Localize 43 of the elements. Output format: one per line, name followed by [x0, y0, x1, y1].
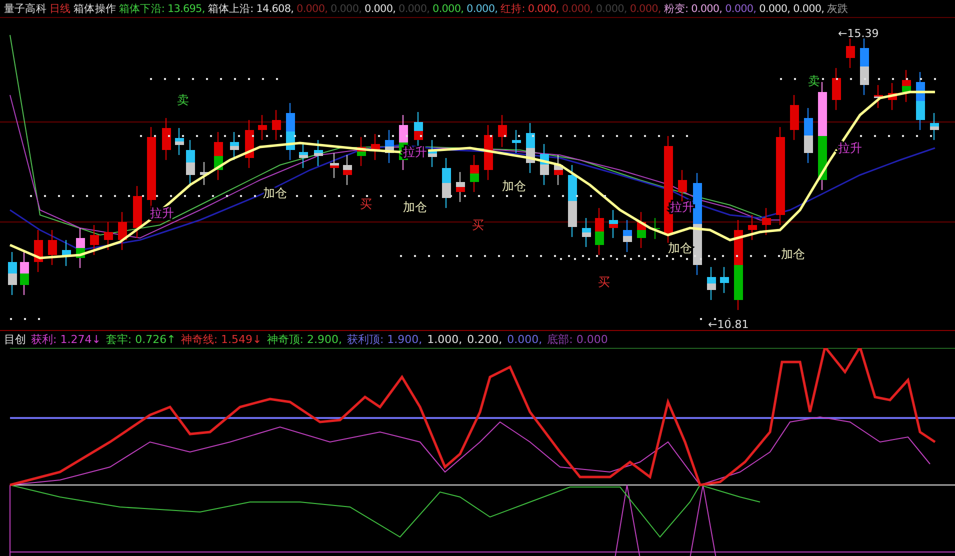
signal-label: 加仓 — [263, 186, 287, 200]
indicator-value: 量子高科 — [4, 2, 46, 16]
indicator-value: 粉变: 0.000, — [664, 2, 722, 16]
indicator-value: 红持: 0.000, — [500, 2, 559, 16]
indicator-value: 神奇顶: 2.900, — [266, 332, 342, 347]
indicator-value: 1.000, — [427, 333, 462, 346]
indicator-value: 箱体操作 — [74, 2, 116, 16]
indicator-value: 0.000, — [296, 2, 328, 14]
indicator-value: 0.000, — [562, 2, 593, 14]
indicator-value: 0.000, — [596, 2, 627, 14]
signal-label: 买 — [472, 218, 484, 232]
indicator-value: 0.200, — [467, 333, 502, 346]
signal-label: 卖 — [177, 93, 189, 107]
indicator-value: 0.000, — [759, 2, 790, 14]
indicator-value: 0.000, — [330, 2, 362, 14]
signal-label: 加仓 — [668, 241, 692, 255]
indicator-value: 神奇线: 1.549↓ — [180, 332, 262, 347]
signal-label: 加仓 — [781, 247, 805, 261]
signal-label: 买 — [598, 275, 610, 289]
indicator-value: 0.000, — [398, 2, 430, 14]
indicator-value: 0.000, — [432, 2, 464, 14]
signal-label: 加仓 — [403, 200, 427, 214]
indicator-value: 套牢: 0.726↑ — [106, 332, 176, 347]
indicator-value: 0.000, — [630, 2, 661, 14]
indicator-value: 0.000, — [507, 333, 542, 346]
indicator-value: 底部: 0.000 — [547, 332, 608, 347]
indicator-value: 目创 — [4, 332, 26, 347]
signal-label: ←10.81 — [708, 318, 749, 330]
indicator-value: 获利: 1.274↓ — [31, 332, 101, 347]
indicator-value: 箱体下沿: 13.695, — [119, 2, 205, 16]
indicator-value: 灰跌 — [827, 2, 848, 16]
indicator-value: 箱体上沿: 14.608, — [208, 2, 294, 16]
indicator-value: 0.000, — [725, 2, 756, 14]
indicator-value: 0.000, — [364, 2, 396, 14]
indicator-value: 获利顶: 1.900, — [346, 332, 422, 347]
signal-label: ←15.39 — [838, 27, 879, 40]
signal-label: 买 — [360, 197, 372, 211]
indicator-value: 日线 — [49, 2, 71, 16]
indicator-value: 0.000, — [793, 2, 824, 14]
signal-label: 加仓 — [502, 179, 526, 193]
signal-label: 拉升 — [838, 141, 862, 155]
signal-label: 卖 — [808, 74, 820, 88]
indicator-value: 0.000, — [466, 2, 498, 14]
